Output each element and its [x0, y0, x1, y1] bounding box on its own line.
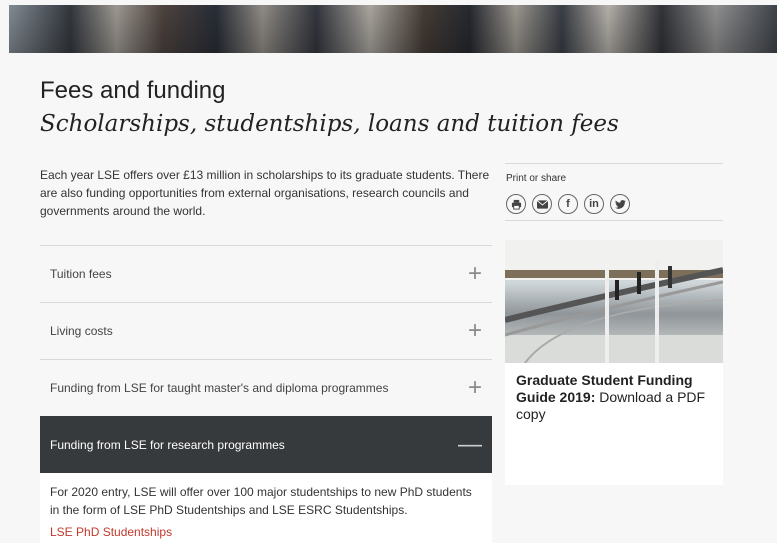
accordion-item-label: Tuition fees	[50, 267, 112, 281]
print-icon[interactable]	[506, 194, 526, 214]
share-box: Print or share f in	[505, 163, 723, 221]
plus-icon: +	[467, 317, 482, 344]
facebook-icon[interactable]: f	[558, 194, 578, 214]
twitter-icon[interactable]	[610, 194, 630, 214]
page-subtitle: Scholarships, studentships, loans and tu…	[40, 111, 619, 137]
linkedin-icon[interactable]: in	[584, 194, 604, 214]
page-title: Fees and funding Scholarships, studentsh…	[40, 77, 619, 139]
accordion-item-label: Funding from LSE for taught master's and…	[50, 381, 389, 395]
share-label: Print or share	[506, 173, 567, 184]
accordion-item-living-costs[interactable]: Living costs +	[40, 302, 492, 359]
accordion-item-taught-funding[interactable]: Funding from LSE for taught master's and…	[40, 359, 492, 416]
email-icon[interactable]	[532, 194, 552, 214]
intro-text: Each year LSE offers over £13 million in…	[40, 168, 490, 218]
page-title-main: Fees and funding	[40, 77, 226, 104]
accordion-expanded-body: For 2020 entry, LSE will offer over 100 …	[40, 473, 492, 543]
funding-guide-card[interactable]: Graduate Student Funding Guide 2019: Dow…	[505, 240, 723, 485]
plus-icon: +	[467, 374, 482, 401]
funding-guide-link[interactable]: Graduate Student Funding Guide 2019: Dow…	[505, 363, 723, 432]
funding-accordion: Tuition fees + Living costs + Funding fr…	[40, 245, 492, 543]
accordion-item-research-funding[interactable]: Funding from LSE for research programmes…	[40, 416, 492, 473]
accordion-body-text: For 2020 entry, LSE will offer over 100 …	[50, 485, 472, 517]
accordion-item-label: Funding from LSE for research programmes	[50, 438, 285, 452]
plus-icon: +	[467, 260, 482, 287]
share-icons: f in	[506, 194, 630, 214]
hero-banner-image	[9, 5, 777, 53]
phd-studentships-link[interactable]: LSE PhD Studentships	[50, 523, 482, 541]
accordion-item-tuition-fees[interactable]: Tuition fees +	[40, 245, 492, 302]
accordion-item-label: Living costs	[50, 324, 113, 338]
staircase-photo	[505, 240, 723, 363]
minus-icon: —	[458, 431, 482, 458]
